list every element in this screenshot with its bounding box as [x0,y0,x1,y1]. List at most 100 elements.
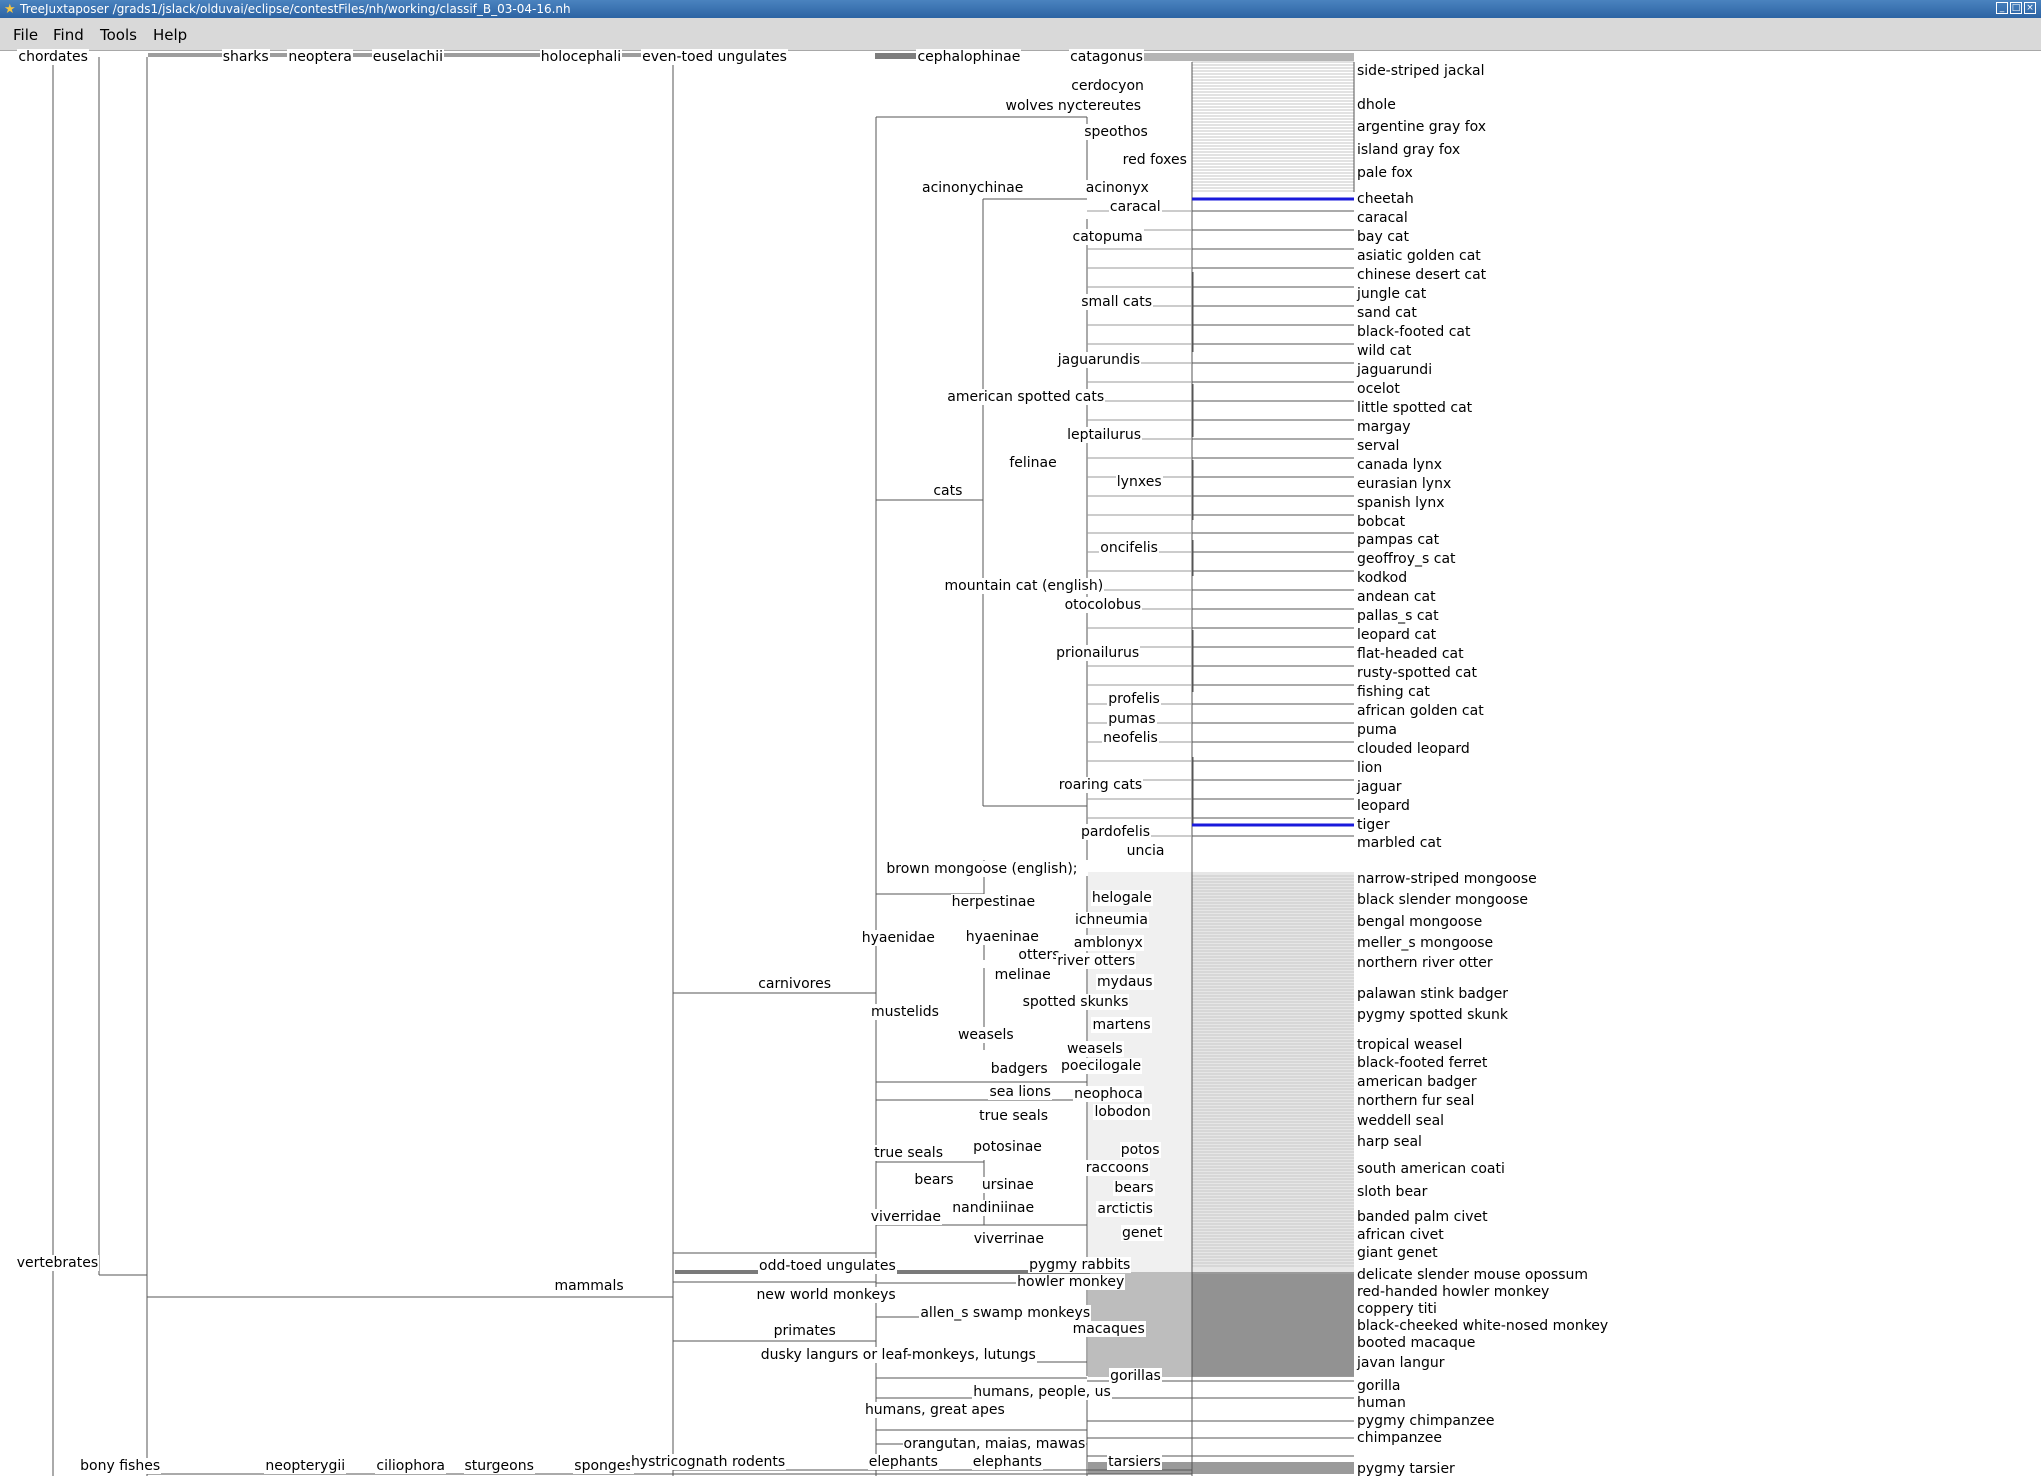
internal-node-label[interactable]: sturgeons [463,1458,535,1474]
leaf-label[interactable]: jaguarundi [1356,362,1433,378]
leaf-label[interactable]: ocelot [1356,381,1401,397]
internal-node-label[interactable]: pygmy rabbits [1028,1257,1132,1273]
internal-node-label[interactable]: neophoca [1073,1086,1144,1102]
internal-node-label[interactable]: badgers [989,1061,1049,1077]
leaf-label[interactable]: fishing cat [1356,684,1431,700]
leaf-label[interactable]: pygmy spotted skunk [1356,1007,1509,1023]
internal-node-label[interactable]: macaques [1071,1321,1146,1337]
menu-help[interactable]: Help [153,26,187,44]
internal-node-label[interactable]: acinonyx [1084,180,1150,196]
internal-node-label[interactable]: prionailurus [1055,645,1141,661]
leaf-label[interactable]: harp seal [1356,1134,1423,1150]
internal-node-label[interactable]: poecilogale [1060,1058,1143,1074]
internal-node-label[interactable]: ichneumia [1073,912,1149,928]
leaf-label[interactable]: bobcat [1356,514,1406,530]
internal-node-label[interactable]: amblonyx [1072,935,1144,951]
internal-node-label[interactable]: river otters [1056,953,1137,969]
internal-node-label[interactable]: viverrinae [972,1231,1045,1247]
internal-node-label[interactable]: vertebrates [15,1255,100,1271]
leaf-label[interactable]: african golden cat [1356,703,1485,719]
leaf-label[interactable]: pygmy tarsier [1356,1461,1456,1477]
internal-node-label[interactable]: neofelis [1102,730,1159,746]
internal-node-label[interactable]: weasels [1065,1041,1124,1057]
leaf-label[interactable]: bengal mongoose [1356,914,1483,930]
internal-node-label[interactable]: pumas [1107,711,1157,727]
internal-node-label[interactable]: cats [932,483,964,499]
internal-node-label[interactable]: true seals [873,1145,944,1161]
leaf-label[interactable]: african civet [1356,1227,1445,1243]
leaf-label[interactable]: banded palm civet [1356,1209,1489,1225]
internal-node-label[interactable]: nyctereutes [1056,98,1143,114]
internal-node-label[interactable]: speothos [1083,124,1149,140]
leaf-label[interactable]: island gray fox [1356,142,1461,158]
internal-node-label[interactable]: american spotted cats [946,389,1106,405]
internal-node-label[interactable]: chordates [17,49,89,65]
internal-node-label[interactable]: odd-toed ungulates [758,1258,897,1274]
leaf-label[interactable]: black-cheeked white-nosed monkey [1356,1318,1609,1334]
leaf-label[interactable]: andean cat [1356,589,1437,605]
leaf-label[interactable]: wild cat [1356,343,1412,359]
internal-node-label[interactable]: bony fishes [79,1458,162,1474]
internal-node-label[interactable]: arctictis [1096,1201,1154,1217]
leaf-label[interactable]: argentine gray fox [1356,119,1487,135]
internal-node-label[interactable]: even-toed ungulates [641,49,788,65]
internal-node-label[interactable]: bears [913,1172,955,1188]
leaf-label[interactable]: meller_s mongoose [1356,935,1494,951]
leaf-label[interactable]: pampas cat [1356,532,1440,548]
internal-node-label[interactable]: leptailurus [1066,427,1143,443]
internal-node-label[interactable]: spotted skunks [1021,994,1130,1010]
internal-node-label[interactable]: red foxes [1121,152,1188,168]
leaf-label[interactable]: tropical weasel [1356,1037,1463,1053]
leaf-label[interactable]: coppery titi [1356,1301,1438,1317]
close-icon[interactable]: × [2024,2,2036,14]
internal-node-label[interactable]: helogale [1090,890,1153,906]
leaf-label[interactable]: clouded leopard [1356,741,1471,757]
leaf-label[interactable]: sloth bear [1356,1184,1428,1200]
internal-node-label[interactable]: new world monkeys [755,1287,897,1303]
leaf-label[interactable]: flat-headed cat [1356,646,1465,662]
leaf-label[interactable]: pallas_s cat [1356,608,1440,624]
internal-node-label[interactable]: weasels [956,1027,1015,1043]
internal-node-label[interactable]: otters [1017,947,1061,963]
leaf-label[interactable]: gorilla [1356,1378,1401,1394]
internal-node-label[interactable]: brown mongoose (english); [885,861,1079,877]
internal-node-label[interactable]: euselachii [371,49,444,65]
leaf-label[interactable]: chinese desert cat [1356,267,1487,283]
leaf-label[interactable]: human [1356,1395,1407,1411]
internal-node-label[interactable]: neoptera [287,49,353,65]
menu-file[interactable]: File [13,26,38,44]
leaf-label[interactable]: geoffroy_s cat [1356,551,1457,567]
internal-node-label[interactable]: hystricognath rodents [629,1454,787,1470]
internal-node-label[interactable]: viverridae [869,1209,942,1225]
internal-node-label[interactable]: gorillas [1109,1368,1162,1384]
internal-node-label[interactable]: hyaeninae [964,929,1040,945]
internal-node-label[interactable]: humans, people, us [972,1384,1112,1400]
leaf-label[interactable]: sand cat [1356,305,1418,321]
leaf-label[interactable]: delicate slender mouse opossum [1356,1267,1589,1283]
leaf-label[interactable]: little spotted cat [1356,400,1473,416]
internal-node-label[interactable]: sea lions [988,1084,1052,1100]
internal-node-label[interactable]: oncifelis [1099,540,1159,556]
internal-node-label[interactable]: nandiniinae [951,1200,1036,1216]
internal-node-label[interactable]: lobodon [1093,1104,1152,1120]
leaf-label[interactable]: jaguar [1356,779,1403,795]
leaf-label[interactable]: red-handed howler monkey [1356,1284,1550,1300]
maximize-icon[interactable]: □ [2010,2,2022,14]
internal-node-label[interactable]: otocolobus [1063,597,1142,613]
internal-node-label[interactable]: howler monkey [1016,1274,1126,1290]
leaf-label[interactable]: jungle cat [1356,286,1427,302]
internal-node-label[interactable]: catopuma [1071,229,1144,245]
leaf-label[interactable]: puma [1356,722,1398,738]
internal-node-label[interactable]: cerdocyon [1070,78,1145,94]
leaf-label[interactable]: northern river otter [1356,955,1494,971]
internal-node-label[interactable]: elephants [971,1454,1043,1470]
internal-node-label[interactable]: martens [1091,1017,1152,1033]
leaf-label[interactable]: javan langur [1356,1355,1446,1371]
internal-node-label[interactable]: caracal [1108,199,1162,215]
internal-node-label[interactable]: mustelids [870,1004,940,1020]
leaf-label[interactable]: side-striped jackal [1356,63,1486,79]
internal-node-label[interactable]: catagonus [1069,49,1144,65]
internal-node-label[interactable]: roaring cats [1057,777,1144,793]
leaf-label[interactable]: dhole [1356,97,1397,113]
leaf-label[interactable]: black-footed ferret [1356,1055,1488,1071]
